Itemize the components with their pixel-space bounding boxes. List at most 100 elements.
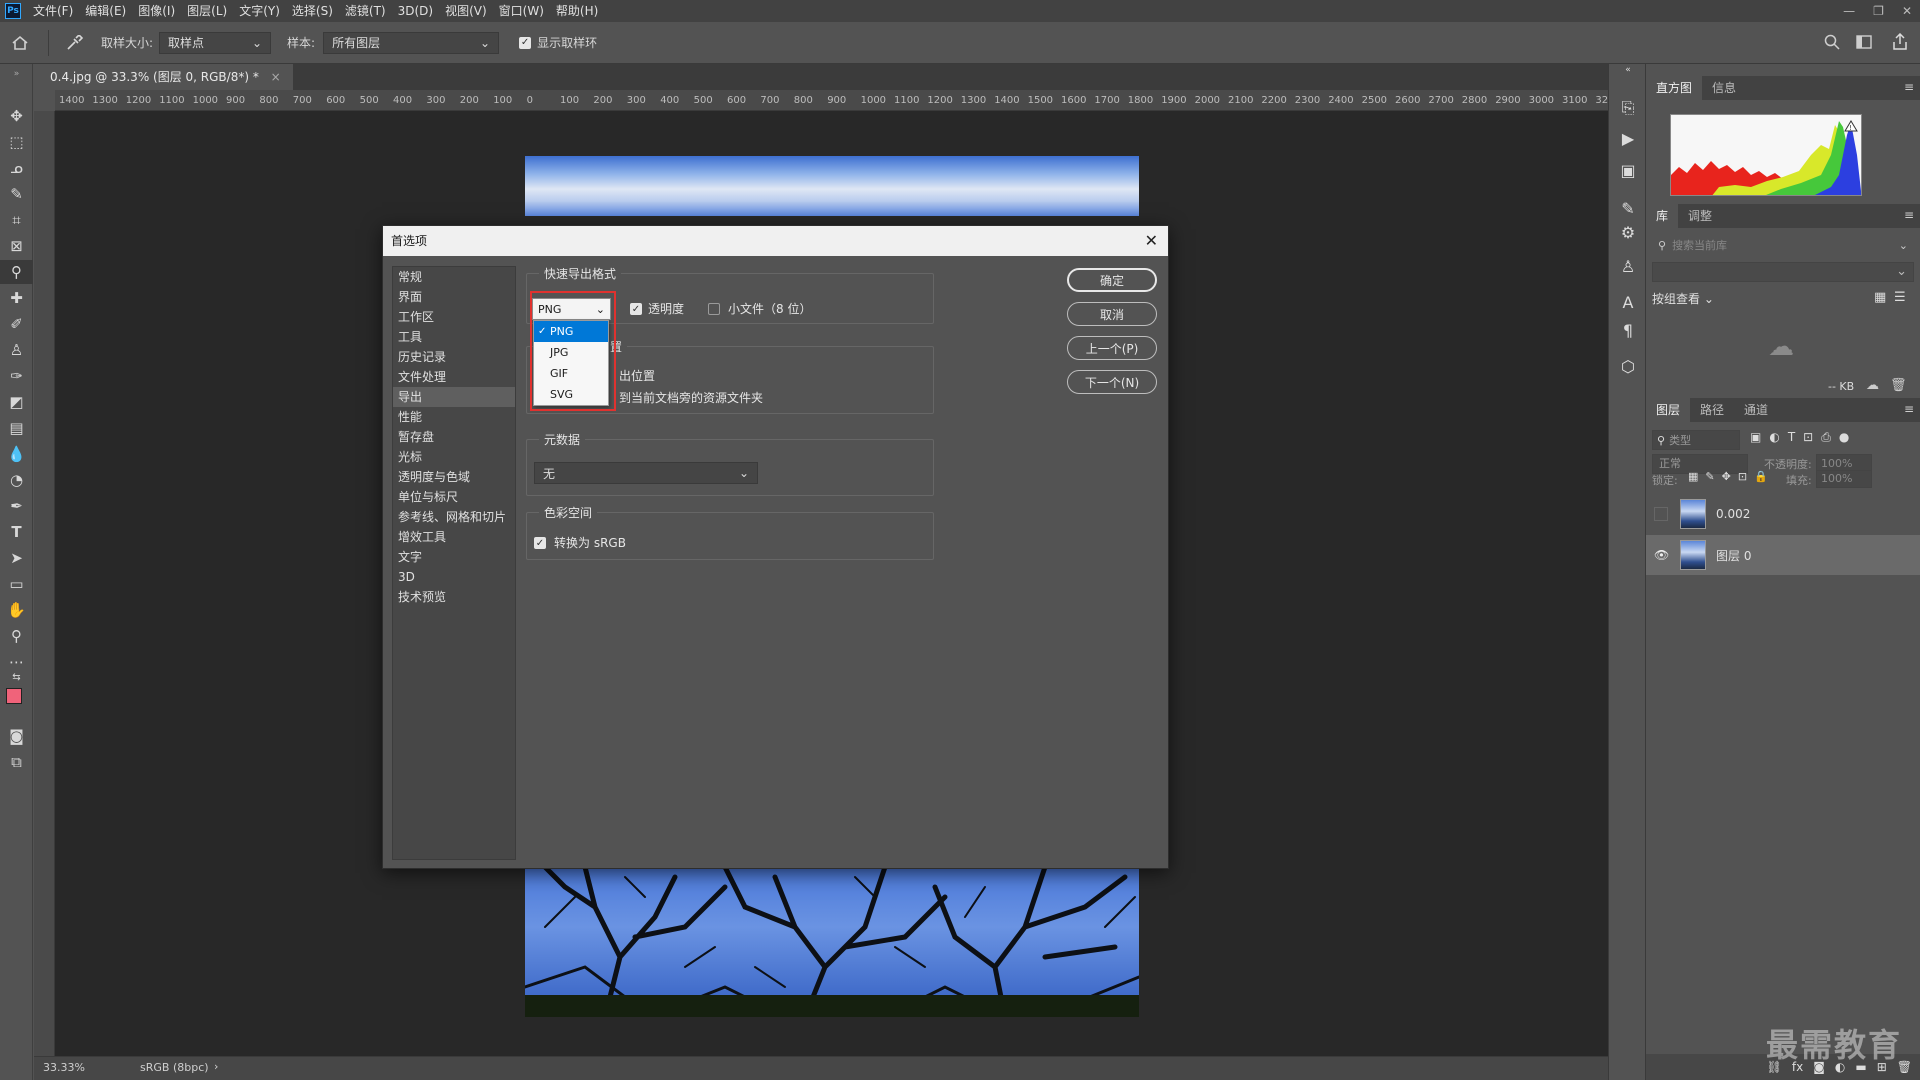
preferences-category-item[interactable]: 3D — [393, 567, 515, 587]
healing-brush-tool-icon[interactable]: ✚ — [0, 286, 33, 310]
trash-icon[interactable]: 🗑 — [1890, 378, 1907, 393]
panel-menu-icon[interactable]: ≡ — [1904, 208, 1914, 222]
move-tool-icon[interactable]: ✥ — [0, 104, 33, 128]
menu-view[interactable]: 视图(V) — [439, 0, 493, 22]
tab-libraries[interactable]: 库 — [1646, 204, 1679, 228]
tab-adjustments[interactable]: 调整 — [1678, 204, 1722, 228]
export-location-option-2[interactable]: 到当前文档旁的资源文件夹 — [619, 389, 763, 406]
search-icon[interactable] — [1824, 34, 1840, 53]
menu-select[interactable]: 选择(S) — [286, 0, 339, 22]
home-icon[interactable] — [0, 35, 40, 51]
convert-srgb-checkbox[interactable]: ✓ — [534, 537, 546, 549]
zoom-level[interactable]: 33.33% — [43, 1061, 85, 1074]
library-view-toggle[interactable]: 按组查看 ⌄ — [1652, 290, 1714, 307]
rectangle-tool-icon[interactable]: ▭ — [0, 572, 33, 596]
pen-tool-icon[interactable]: ✒ — [0, 494, 33, 518]
lock-position-icon[interactable]: ✥ — [1722, 470, 1731, 483]
path-selection-tool-icon[interactable]: ➤ — [0, 546, 33, 570]
brush-settings-icon[interactable]: ✎ — [1609, 196, 1647, 220]
brush-tool-icon[interactable]: ✐ — [0, 312, 33, 336]
paragraph-icon[interactable]: ¶ — [1609, 318, 1647, 342]
gradient-tool-icon[interactable]: ▤ — [0, 416, 33, 440]
collapse-arrows-icon[interactable]: « — [1609, 64, 1647, 76]
smart-object-filter-icon[interactable]: ⎙ — [1821, 430, 1831, 445]
lock-artboard-icon[interactable]: ⊡ — [1738, 470, 1747, 483]
character-icon[interactable]: A — [1609, 290, 1647, 314]
screen-mode-icon[interactable]: ⧉ — [0, 750, 33, 774]
zoom-tool-icon[interactable]: ⚲ — [0, 624, 33, 648]
list-view-icon[interactable]: ☰ — [1894, 290, 1906, 305]
close-icon[interactable]: ✕ — [1145, 226, 1158, 256]
layer-name[interactable]: 图层 0 — [1716, 547, 1751, 564]
history-panel-icon[interactable]: ⎘ — [1609, 96, 1647, 120]
menu-3d[interactable]: 3D(D) — [392, 0, 439, 22]
menu-type[interactable]: 文字(Y) — [233, 0, 286, 22]
preferences-category-item[interactable]: 历史记录 — [393, 347, 515, 367]
lock-all-icon[interactable]: 🔒 — [1754, 470, 1768, 483]
preferences-category-item[interactable]: 性能 — [393, 407, 515, 427]
adjustments-sliders-icon[interactable]: ⚙ — [1609, 220, 1647, 244]
eyedropper-tool-preset-icon[interactable] — [57, 34, 93, 51]
frame-tool-icon[interactable]: ⊠ — [0, 234, 33, 258]
grid-view-icon[interactable]: ▦ — [1874, 290, 1886, 305]
preferences-category-item[interactable]: 增效工具 — [393, 527, 515, 547]
cloud-sync-icon[interactable]: ☁ — [1866, 378, 1879, 393]
menu-window[interactable]: 窗口(W) — [493, 0, 550, 22]
eye-icon[interactable]: 👁 — [1654, 548, 1669, 562]
status-arrow-icon[interactable]: › — [214, 1060, 218, 1073]
eraser-tool-icon[interactable]: ◩ — [0, 390, 33, 414]
collapse-arrows-icon[interactable]: » — [0, 68, 33, 80]
crop-tool-icon[interactable]: ⌗ — [0, 208, 33, 232]
panel-menu-icon[interactable]: ≡ — [1904, 80, 1914, 94]
clone-stamp-tool-icon[interactable]: ♙ — [0, 338, 33, 362]
type-layer-filter-icon[interactable]: T — [1788, 430, 1795, 445]
properties-icon[interactable]: ▣ — [1609, 158, 1647, 182]
layer-row-selected[interactable]: 👁 图层 0 — [1646, 535, 1920, 575]
library-search-input[interactable]: 搜索当前库 — [1672, 237, 1727, 253]
marquee-tool-icon[interactable]: ⬚ — [0, 130, 33, 154]
library-select[interactable]: ⌄ — [1652, 262, 1914, 282]
preferences-category-item[interactable]: 暂存盘 — [393, 427, 515, 447]
preferences-category-item[interactable]: 文字 — [393, 547, 515, 567]
preferences-category-item[interactable]: 文件处理 — [393, 367, 515, 387]
pixel-layer-filter-icon[interactable]: ▣ — [1750, 430, 1761, 445]
tab-channels[interactable]: 通道 — [1734, 398, 1778, 422]
menu-layer[interactable]: 图层(L) — [181, 0, 233, 22]
library-search[interactable]: ⚲ 搜索当前库 ⌄ — [1652, 234, 1914, 256]
export-location-option-1[interactable]: 出位置 — [619, 367, 655, 384]
close-tab-icon[interactable]: × — [271, 70, 281, 84]
preferences-category-item[interactable]: 技术预览 — [393, 587, 515, 607]
swap-colors-icon[interactable]: ⇆ — [0, 670, 33, 684]
share-icon[interactable] — [1892, 32, 1908, 54]
next-button[interactable]: 下一个(N) — [1067, 370, 1157, 394]
fill-input[interactable]: 100% — [1816, 470, 1872, 488]
menu-filter[interactable]: 滤镜(T) — [339, 0, 392, 22]
layer-filter-select[interactable]: ⚲ 类型 — [1652, 430, 1740, 450]
ok-button[interactable]: 确定 — [1067, 268, 1157, 292]
menu-edit[interactable]: 编辑(E) — [79, 0, 132, 22]
lock-transparent-icon[interactable]: ▦ — [1688, 470, 1698, 483]
previous-button[interactable]: 上一个(P) — [1067, 336, 1157, 360]
lasso-tool-icon[interactable]: ᓄ — [0, 156, 33, 180]
stamp-presets-icon[interactable]: ♙ — [1609, 254, 1647, 278]
cancel-button[interactable]: 取消 — [1067, 302, 1157, 326]
preferences-category-item[interactable]: 光标 — [393, 447, 515, 467]
show-sampling-ring-checkbox[interactable]: ✓ — [519, 36, 532, 49]
menu-file[interactable]: 文件(F) — [27, 0, 79, 22]
type-tool-icon[interactable]: T — [0, 520, 33, 544]
preferences-category-item[interactable]: 工作区 — [393, 307, 515, 327]
quick-selection-tool-icon[interactable]: ✎ — [0, 182, 33, 206]
sample-layers-select[interactable]: 所有图层 ⌄ — [323, 31, 500, 54]
menu-help[interactable]: 帮助(H) — [550, 0, 604, 22]
restore-icon[interactable]: ❐ — [1873, 4, 1884, 18]
tab-layers[interactable]: 图层 — [1646, 398, 1691, 422]
blur-tool-icon[interactable]: 💧 — [0, 442, 33, 466]
adjustment-layer-filter-icon[interactable]: ◐ — [1769, 430, 1779, 445]
preferences-category-item[interactable]: 透明度与色域 — [393, 467, 515, 487]
preferences-category-item[interactable]: 参考线、网格和切片 — [393, 507, 515, 527]
layer-name[interactable]: 0.002 — [1716, 507, 1750, 521]
3d-cube-icon[interactable]: ⬡ — [1609, 354, 1647, 378]
tab-info[interactable]: 信息 — [1702, 76, 1746, 100]
small-file-checkbox[interactable] — [708, 303, 720, 315]
lock-image-icon[interactable]: ✎ — [1705, 470, 1714, 483]
